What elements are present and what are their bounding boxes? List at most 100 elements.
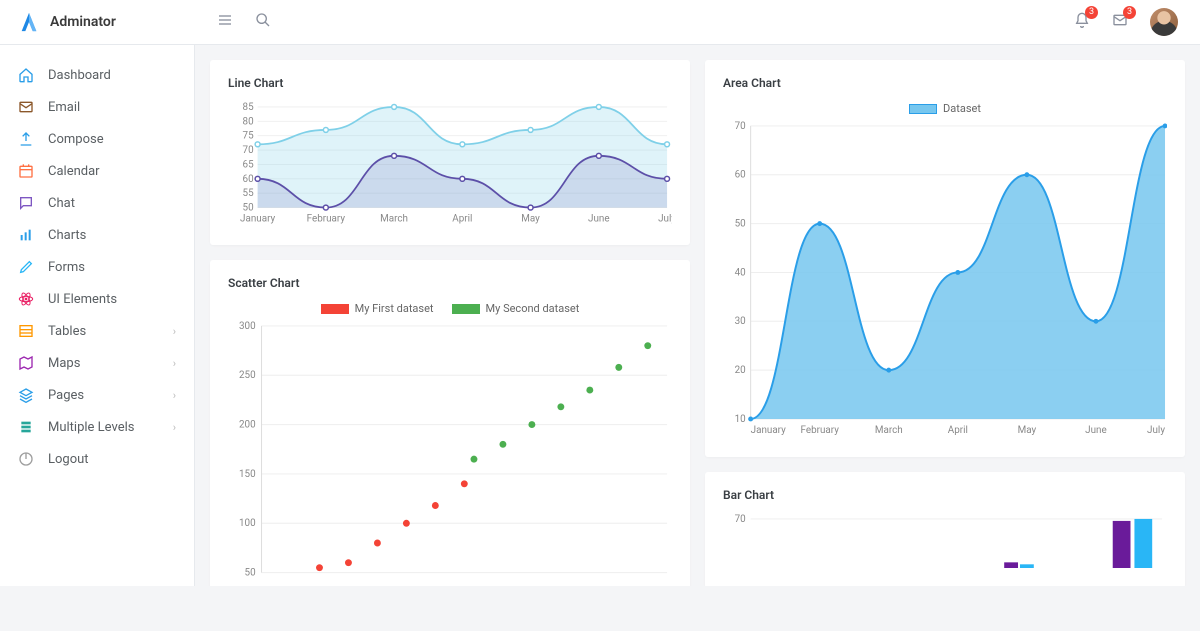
map-icon: [18, 355, 34, 371]
svg-text:50: 50: [245, 568, 256, 578]
sidebar-item-email[interactable]: Email: [0, 91, 194, 123]
table-icon: [18, 323, 34, 339]
pencil-icon: [18, 259, 34, 275]
mail-badge: 3: [1123, 6, 1136, 19]
menu-toggle-icon[interactable]: [217, 12, 233, 32]
svg-text:80: 80: [243, 116, 254, 127]
svg-text:June: June: [588, 213, 610, 224]
svg-text:March: March: [875, 425, 903, 436]
sidebar-item-logout[interactable]: Logout: [0, 443, 194, 475]
svg-text:50: 50: [243, 203, 254, 214]
sidebar-item-ui-elements[interactable]: UI Elements: [0, 283, 194, 315]
calendar-icon: [18, 163, 34, 179]
legend-label: Dataset: [943, 102, 981, 115]
svg-text:10: 10: [735, 414, 746, 425]
svg-text:January: January: [751, 425, 786, 436]
bar-chart: 70: [723, 514, 1167, 568]
chat-icon: [18, 195, 34, 211]
area-legend: Dataset: [723, 102, 1167, 115]
upload-icon: [18, 131, 34, 147]
line-chart: 5055606570758085JanuaryFebruaryMarchApri…: [228, 102, 672, 225]
svg-text:300: 300: [239, 321, 256, 332]
svg-text:65: 65: [243, 159, 255, 170]
sidebar-item-label: Pages: [48, 388, 84, 403]
scatter-chart-card: Scatter Chart My First dataset My Second…: [210, 260, 690, 586]
svg-text:May: May: [1018, 425, 1037, 436]
svg-text:55: 55: [243, 188, 255, 199]
chevron-right-icon: ›: [173, 357, 176, 370]
notifications-badge: 3: [1085, 6, 1098, 19]
sidebar-item-maps[interactable]: Maps ›: [0, 347, 194, 379]
notifications-icon[interactable]: 3: [1074, 12, 1090, 32]
sidebar-item-dashboard[interactable]: Dashboard: [0, 59, 194, 91]
layers-icon: [18, 387, 34, 403]
sidebar-item-label: Forms: [48, 260, 85, 275]
legend-label: My First dataset: [355, 302, 434, 315]
sidebar-item-charts[interactable]: Charts: [0, 219, 194, 251]
sidebar-item-label: UI Elements: [48, 292, 117, 307]
card-title: Line Chart: [228, 76, 672, 90]
card-title: Scatter Chart: [228, 276, 672, 290]
sidebar-item-label: Charts: [48, 228, 86, 243]
sidebar-item-chat[interactable]: Chat: [0, 187, 194, 219]
svg-text:50: 50: [735, 219, 746, 230]
sidebar-item-label: Chat: [48, 196, 75, 211]
content: Line Chart 50 55 60 65 70 75 80 85 January Februa…: [195, 45, 1200, 586]
svg-text:200: 200: [239, 420, 256, 431]
line-chart-card: Line Chart 5055606570758085JanuaryFebrua…: [210, 60, 690, 245]
sidebar-item-tables[interactable]: Tables ›: [0, 315, 194, 347]
svg-text:April: April: [452, 213, 472, 224]
sidebar-item-label: Multiple Levels: [48, 420, 134, 435]
svg-text:250: 250: [239, 371, 256, 382]
svg-text:June: June: [1085, 425, 1107, 436]
sidebar-item-calendar[interactable]: Calendar: [0, 155, 194, 187]
svg-text:February: February: [307, 213, 346, 224]
legend-label: My Second dataset: [486, 302, 580, 315]
chevron-right-icon: ›: [173, 325, 176, 338]
svg-text:70: 70: [243, 145, 254, 156]
home-icon: [18, 67, 34, 83]
logo-icon: [18, 11, 40, 33]
sidebar-item-label: Logout: [48, 452, 89, 467]
sidebar-item-compose[interactable]: Compose: [0, 123, 194, 155]
stack-icon: [18, 419, 34, 435]
atom-icon: [18, 291, 34, 307]
sidebar: Dashboard Email Compose Calendar Chat Ch…: [0, 45, 195, 586]
sidebar-item-label: Email: [48, 100, 80, 115]
svg-text:75: 75: [243, 131, 255, 142]
svg-text:July: July: [658, 213, 672, 224]
mail-icon[interactable]: 3: [1112, 12, 1128, 32]
area-chart: 10203040506070JanuaryFebruaryMarchAprilM…: [723, 121, 1167, 437]
avatar[interactable]: [1150, 8, 1178, 36]
svg-text:85: 85: [243, 102, 255, 113]
brand-name: Adminator: [50, 14, 116, 30]
svg-text:150: 150: [239, 469, 256, 480]
envelope-icon: [18, 99, 34, 115]
sidebar-item-multiple-levels[interactable]: Multiple Levels ›: [0, 411, 194, 443]
sidebar-item-forms[interactable]: Forms: [0, 251, 194, 283]
app-header: Adminator 3 3: [0, 0, 1200, 45]
svg-text:70: 70: [735, 514, 746, 525]
svg-text:February: February: [801, 425, 840, 436]
power-icon: [18, 451, 34, 467]
scatter-chart: 50 100 150 200 250 300: [228, 321, 672, 578]
chevron-right-icon: ›: [173, 389, 176, 402]
bar-chart-card: Bar Chart 70: [705, 472, 1185, 586]
svg-text:May: May: [521, 213, 540, 224]
svg-text:60: 60: [735, 170, 746, 181]
scatter-legend: My First dataset My Second dataset: [228, 302, 672, 315]
brand[interactable]: Adminator: [0, 11, 195, 33]
sidebar-item-label: Dashboard: [48, 68, 111, 83]
svg-text:70: 70: [735, 121, 746, 132]
sidebar-item-label: Compose: [48, 132, 104, 147]
svg-text:60: 60: [243, 174, 254, 185]
svg-text:100: 100: [239, 519, 256, 530]
sidebar-item-label: Calendar: [48, 164, 100, 179]
area-chart-card: Area Chart Dataset 10203040506070January…: [705, 60, 1185, 457]
sidebar-item-label: Maps: [48, 356, 80, 371]
search-icon[interactable]: [255, 12, 271, 32]
sidebar-item-pages[interactable]: Pages ›: [0, 379, 194, 411]
svg-text:40: 40: [735, 267, 746, 278]
card-title: Bar Chart: [723, 488, 1167, 502]
chevron-right-icon: ›: [173, 421, 176, 434]
